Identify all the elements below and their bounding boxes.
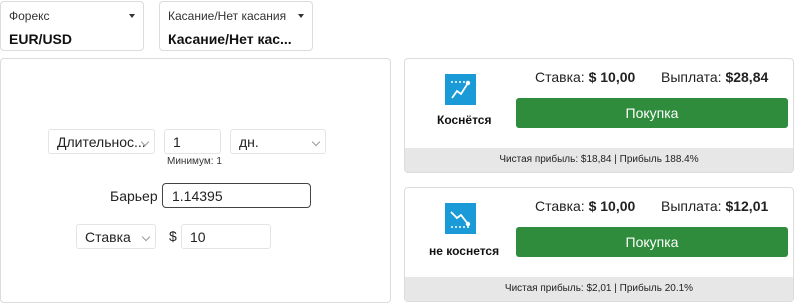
payout-label: Выплата: [661, 69, 722, 85]
market-label: Форекс [9, 9, 50, 23]
stake-label: Ставка: [535, 69, 585, 85]
stake-value: $ 10,00 [588, 69, 636, 85]
barrier-input[interactable]: 1.14395 [162, 183, 311, 208]
caret-down-icon [298, 14, 304, 18]
stake-label: Ставка: [535, 198, 585, 214]
basis-value: Ставка [85, 229, 131, 245]
chevron-down-icon [141, 232, 151, 242]
no-touch-icon [445, 203, 476, 234]
market-value: EUR/USD [9, 31, 73, 47]
contract-type-value: Касание/Нет кас... [168, 31, 292, 47]
duration-input[interactable]: 1 [164, 129, 221, 154]
buy-button-no-touch[interactable]: Покупка [516, 227, 788, 257]
caret-down-icon [129, 14, 135, 18]
amount-input-value: 10 [190, 229, 206, 245]
contract-type-select[interactable]: Касание/Нет касания Касание/Нет кас... [159, 1, 313, 51]
offer-name: Коснётся [437, 113, 492, 127]
duration-unit-select[interactable]: дн. [230, 129, 326, 154]
currency-symbol: $ [169, 228, 177, 244]
stake-display: Ставка: $ 10,00 [535, 198, 635, 214]
payout-display: Выплата: $28,84 [661, 69, 768, 85]
buy-button-touch[interactable]: Покупка [516, 98, 788, 128]
offer-card-no-touch: не коснется Ставка: $ 10,00 Выплата: $12… [404, 187, 794, 302]
duration-input-value: 1 [173, 134, 181, 150]
payout-display: Выплата: $12,01 [661, 198, 768, 214]
payout-label: Выплата: [661, 198, 722, 214]
offer-card-touch: Коснётся Ставка: $ 10,00 Выплата: $28,84… [404, 58, 794, 173]
barrier-label: Барьер [110, 188, 158, 204]
trade-form-panel: Длительнос... 1 дн. Минимум: 1 Барьер 1.… [0, 58, 391, 303]
barrier-input-value: 1.14395 [172, 188, 223, 204]
stake-display: Ставка: $ 10,00 [535, 69, 635, 85]
offer-name: не коснется [429, 244, 500, 258]
basis-select[interactable]: Ставка [76, 224, 156, 249]
contract-type-label: Касание/Нет касания [168, 9, 287, 23]
chevron-down-icon [311, 137, 321, 147]
stake-value: $ 10,00 [588, 198, 636, 214]
amount-input[interactable]: 10 [181, 224, 271, 249]
duration-min-hint: Минимум: 1 [167, 156, 222, 167]
payout-value: $12,01 [725, 198, 769, 214]
profit-summary: Чистая прибыль: $2,01 | Прибыль 20.1% [405, 277, 793, 301]
touch-icon [445, 74, 476, 105]
payout-value: $28,84 [725, 69, 769, 85]
duration-unit-value: дн. [239, 134, 259, 150]
profit-summary: Чистая прибыль: $18,84 | Прибыль 188.4% [405, 148, 793, 172]
duration-type-select[interactable]: Длительнос... [48, 129, 155, 154]
market-select[interactable]: Форекс EUR/USD [0, 1, 144, 51]
duration-type-value: Длительнос... [57, 134, 146, 150]
